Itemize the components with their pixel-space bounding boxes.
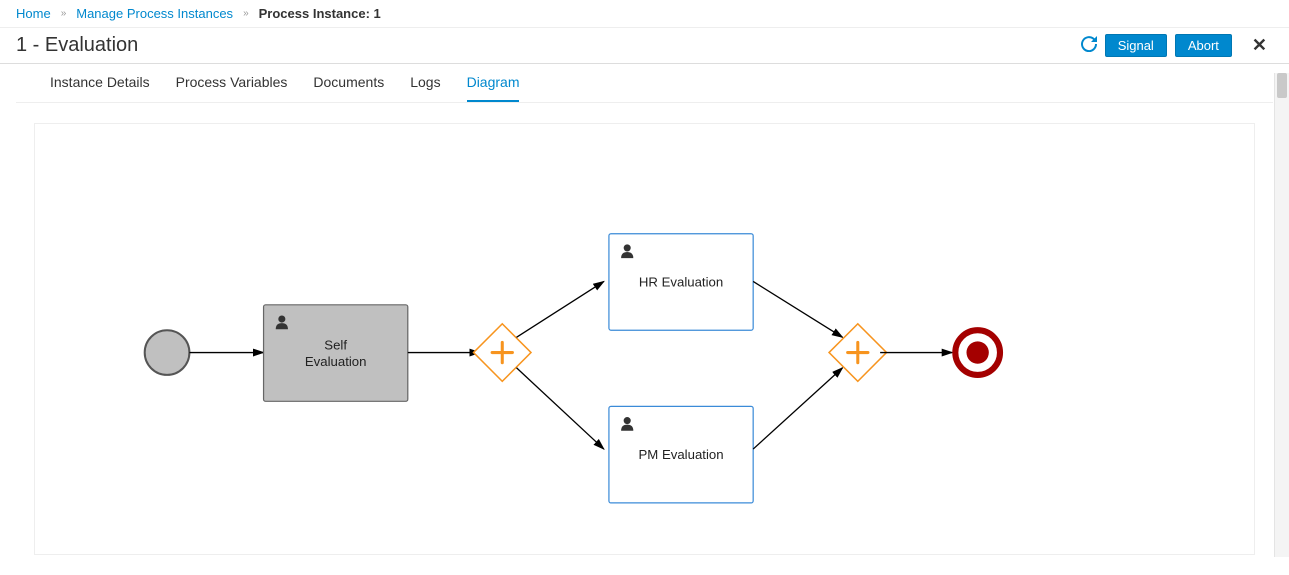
signal-button[interactable]: Signal [1105, 34, 1167, 57]
svg-text:PM Evaluation: PM Evaluation [639, 447, 724, 462]
task-pm-evaluation: PM Evaluation [609, 406, 753, 503]
tab-logs[interactable]: Logs [410, 64, 440, 102]
bpmn-diagram: Self Evaluation HR Evaluation PM Evaluat… [35, 124, 1254, 555]
scrollbar-thumb[interactable] [1277, 73, 1287, 98]
task-hr-evaluation: HR Evaluation [609, 234, 753, 331]
chevron-right-icon: » [61, 8, 67, 19]
page-title: 1 - Evaluation [16, 34, 138, 57]
chevron-right-icon: » [243, 8, 249, 19]
end-event [955, 330, 1000, 375]
tab-bar: Instance Details Process Variables Docum… [16, 64, 1273, 103]
tab-process-variables[interactable]: Process Variables [176, 64, 288, 102]
abort-button[interactable]: Abort [1175, 34, 1232, 57]
breadcrumb-current: Process Instance: 1 [259, 6, 381, 21]
tab-diagram[interactable]: Diagram [467, 64, 520, 102]
breadcrumb-bar: Home » Manage Process Instances » Proces… [0, 0, 1289, 28]
close-icon[interactable]: ✕ [1246, 35, 1273, 56]
svg-text:HR Evaluation: HR Evaluation [639, 275, 723, 290]
svg-text:Self: Self [324, 338, 347, 353]
tab-documents[interactable]: Documents [313, 64, 384, 102]
vertical-scrollbar[interactable] [1274, 73, 1289, 557]
task-self-evaluation: Self Evaluation [264, 305, 408, 402]
breadcrumb-home[interactable]: Home [16, 6, 51, 21]
breadcrumb-manage-process-instances[interactable]: Manage Process Instances [76, 6, 233, 21]
page-header: 1 - Evaluation Signal Abort ✕ [0, 28, 1289, 64]
refresh-icon[interactable] [1081, 36, 1097, 56]
header-actions: Signal Abort ✕ [1081, 34, 1273, 57]
start-event [145, 330, 190, 375]
diagram-canvas[interactable]: Self Evaluation HR Evaluation PM Evaluat… [34, 123, 1255, 555]
tab-instance-details[interactable]: Instance Details [50, 64, 150, 102]
svg-text:Evaluation: Evaluation [305, 354, 367, 369]
